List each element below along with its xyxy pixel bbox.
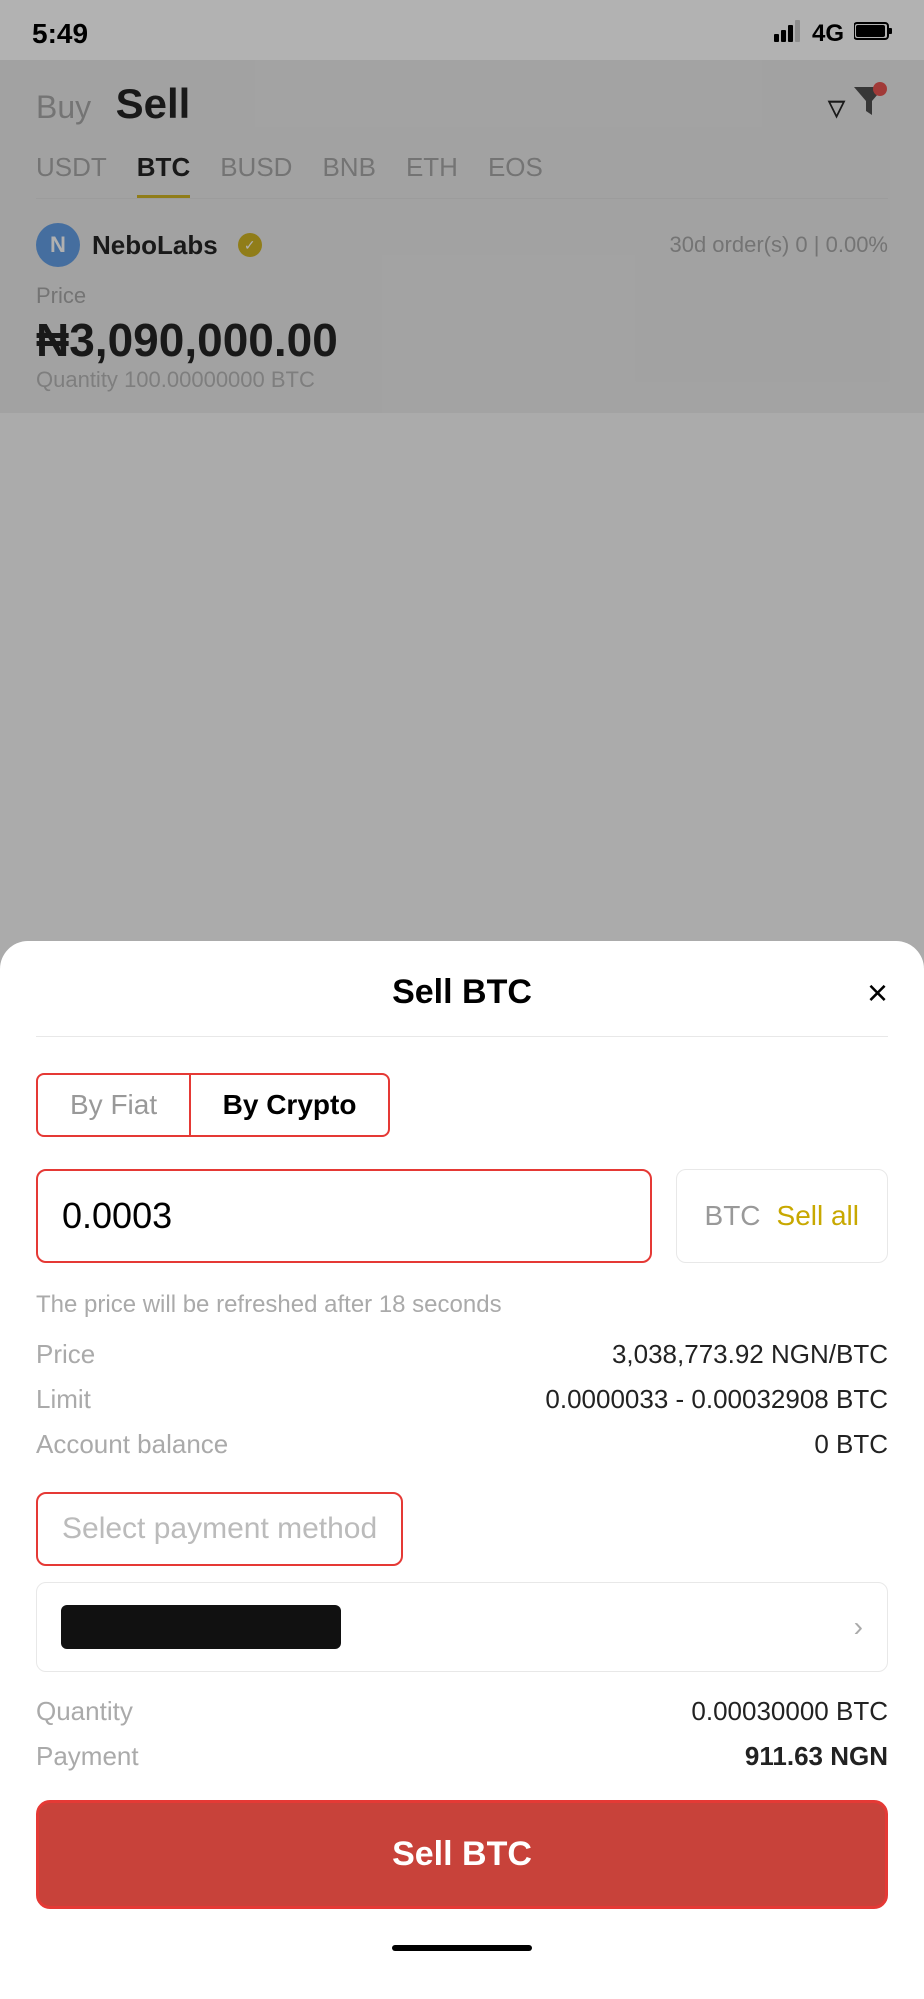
- balance-label: Account balance: [36, 1429, 228, 1460]
- chevron-right-icon: ›: [854, 1611, 863, 1643]
- close-button[interactable]: ×: [867, 975, 888, 1011]
- info-row-price: Price 3,038,773.92 NGN/BTC: [36, 1339, 888, 1370]
- quantity-value: 0.00030000 BTC: [691, 1696, 888, 1727]
- by-fiat-tab[interactable]: By Fiat: [38, 1075, 189, 1135]
- balance-value: 0 BTC: [814, 1429, 888, 1460]
- amount-right-panel: BTC Sell all: [676, 1169, 888, 1263]
- info-row-limit: Limit 0.0000033 - 0.00032908 BTC: [36, 1384, 888, 1415]
- modal-title: Sell BTC: [392, 973, 532, 1012]
- limit-value: 0.0000033 - 0.00032908 BTC: [545, 1384, 888, 1415]
- payment-method-bar: [61, 1605, 341, 1649]
- payment-method-row[interactable]: ›: [36, 1582, 888, 1672]
- amount-input[interactable]: [62, 1195, 626, 1237]
- payment-type-tabs: By Fiat By Crypto: [36, 1073, 390, 1137]
- limit-label: Limit: [36, 1384, 91, 1415]
- amount-input-container: [36, 1169, 652, 1263]
- sell-btc-modal: Sell BTC × By Fiat By Crypto BTC Sell al…: [0, 941, 924, 1999]
- sell-btc-button[interactable]: Sell BTC: [36, 1800, 888, 1909]
- payment-label: Payment: [36, 1741, 139, 1772]
- sell-all-button[interactable]: Sell all: [777, 1200, 859, 1232]
- home-bar: [392, 1945, 532, 1951]
- price-label: Price: [36, 1339, 95, 1370]
- quantity-label: Quantity: [36, 1696, 133, 1727]
- amount-input-row: BTC Sell all: [36, 1169, 888, 1263]
- payment-value: 911.63 NGN: [745, 1741, 888, 1772]
- summary-row-quantity: Quantity 0.00030000 BTC: [36, 1696, 888, 1727]
- modal-header: Sell BTC ×: [36, 941, 888, 1037]
- modal-body: By Fiat By Crypto BTC Sell all The price…: [36, 1037, 888, 1959]
- by-crypto-tab[interactable]: By Crypto: [191, 1075, 389, 1135]
- amount-currency: BTC: [705, 1200, 761, 1232]
- price-value: 3,038,773.92 NGN/BTC: [612, 1339, 888, 1370]
- payment-method-section: Select payment method ›: [36, 1492, 888, 1672]
- summary-section: Quantity 0.00030000 BTC Payment 911.63 N…: [36, 1696, 888, 1772]
- summary-row-payment: Payment 911.63 NGN: [36, 1741, 888, 1772]
- info-row-balance: Account balance 0 BTC: [36, 1429, 888, 1460]
- home-indicator: [36, 1929, 888, 1959]
- payment-method-label[interactable]: Select payment method: [36, 1492, 403, 1566]
- refresh-notice: The price will be refreshed after 18 sec…: [36, 1291, 888, 1319]
